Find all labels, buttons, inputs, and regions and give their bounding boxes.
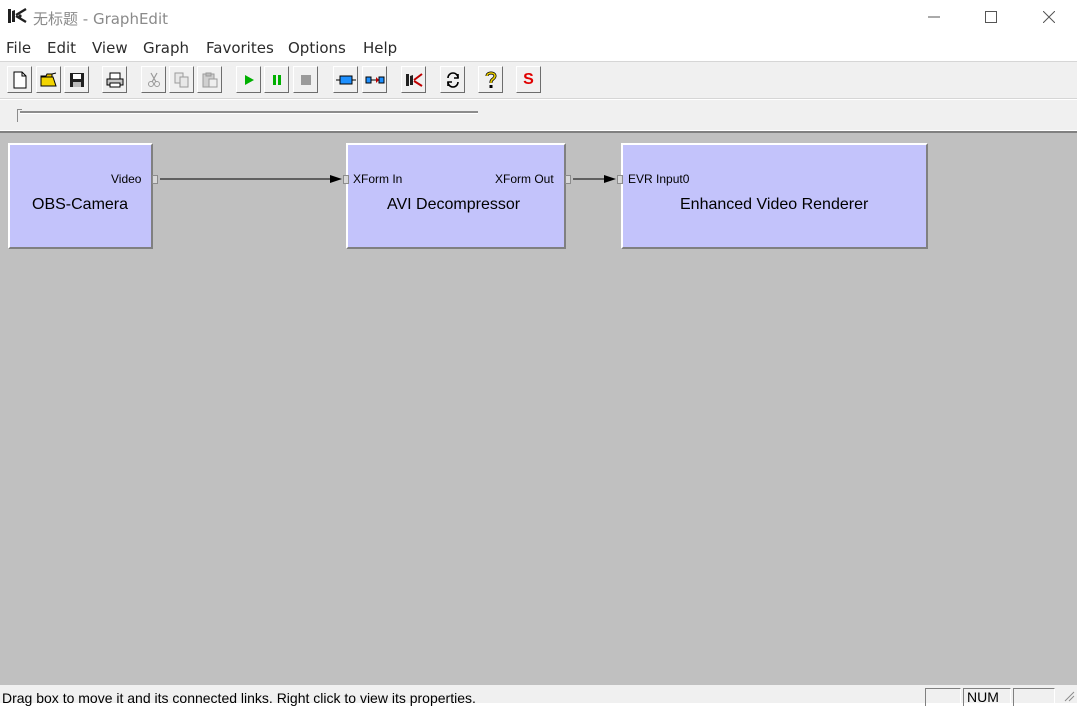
insert-filter-button[interactable]	[333, 66, 358, 93]
status-pane-1	[925, 688, 961, 706]
insert-filter-icon	[335, 75, 356, 84]
seek-bar	[0, 100, 1077, 130]
sync-icon: S	[523, 70, 534, 88]
pin-label-evr-input0: EVR Input0	[628, 172, 690, 186]
menu-edit[interactable]: Edit	[47, 39, 76, 57]
help-button[interactable]	[478, 66, 503, 93]
graphedit-app-icon[interactable]	[6, 7, 28, 25]
paste-button[interactable]	[197, 66, 222, 93]
output-pin-video[interactable]	[152, 175, 158, 184]
refresh-button[interactable]	[440, 66, 465, 93]
status-pane-num: NUM	[963, 688, 1011, 706]
input-pin-evr-input0[interactable]	[617, 175, 623, 184]
help-icon	[485, 71, 497, 88]
new-icon	[13, 71, 26, 88]
maximize-button[interactable]	[962, 0, 1020, 34]
graphedit-icon	[405, 72, 423, 87]
open-icon	[40, 72, 57, 86]
seek-thumb[interactable]	[17, 109, 22, 122]
menu-favorites[interactable]: Favorites	[206, 39, 274, 57]
menu-file[interactable]: File	[6, 39, 31, 57]
input-pin-xform-in[interactable]	[343, 175, 349, 184]
play-icon	[244, 74, 254, 85]
status-message: Drag box to move it and its connected li…	[2, 690, 476, 706]
copy-button[interactable]	[169, 66, 194, 93]
copy-icon	[174, 72, 188, 87]
close-icon	[1043, 11, 1055, 23]
graphedit-button[interactable]	[401, 66, 426, 93]
open-button[interactable]	[36, 66, 61, 93]
pin-label-xform-out: XForm Out	[495, 172, 554, 186]
menu-graph[interactable]: Graph	[143, 39, 189, 57]
play-button[interactable]	[236, 66, 261, 93]
window-title: 无标题 - GraphEdit	[33, 10, 169, 28]
menu-help[interactable]: Help	[363, 39, 397, 57]
menu-options[interactable]: Options	[288, 39, 346, 57]
status-pane-3	[1013, 688, 1055, 706]
minimize-button[interactable]	[905, 0, 963, 34]
print-icon	[106, 72, 123, 87]
cut-button[interactable]	[141, 66, 166, 93]
filter-name-obs-camera: OBS-Camera	[32, 196, 129, 213]
stop-icon	[300, 74, 311, 85]
cut-icon	[147, 72, 160, 87]
pin-label-video: Video	[111, 172, 142, 186]
close-button[interactable]	[1020, 0, 1077, 34]
connect-pins-icon	[365, 76, 384, 83]
paste-icon	[202, 72, 217, 87]
connect-pins-button[interactable]	[362, 66, 387, 93]
new-button[interactable]	[7, 66, 32, 93]
sync-button[interactable]: S	[516, 66, 541, 93]
pin-label-xform-in: XForm In	[353, 172, 403, 186]
pause-icon	[272, 74, 281, 85]
minimize-icon	[928, 16, 940, 18]
pause-button[interactable]	[264, 66, 289, 93]
connection-avi-to-evr[interactable]	[573, 175, 616, 183]
filter-name-avi-decompressor: AVI Decompressor	[387, 196, 521, 213]
refresh-icon	[446, 71, 459, 88]
maximize-icon	[985, 11, 997, 23]
menu-view[interactable]: View	[92, 39, 128, 57]
print-button[interactable]	[102, 66, 127, 93]
output-pin-xform-out[interactable]	[565, 175, 571, 184]
save-icon	[69, 72, 84, 87]
connection-obs-to-avi[interactable]	[160, 175, 342, 183]
filter-name-enhanced-video-renderer: Enhanced Video Renderer	[680, 196, 869, 213]
stop-button[interactable]	[293, 66, 318, 93]
seek-track[interactable]	[20, 111, 478, 114]
save-button[interactable]	[64, 66, 89, 93]
resize-grip-icon[interactable]	[1063, 690, 1075, 702]
